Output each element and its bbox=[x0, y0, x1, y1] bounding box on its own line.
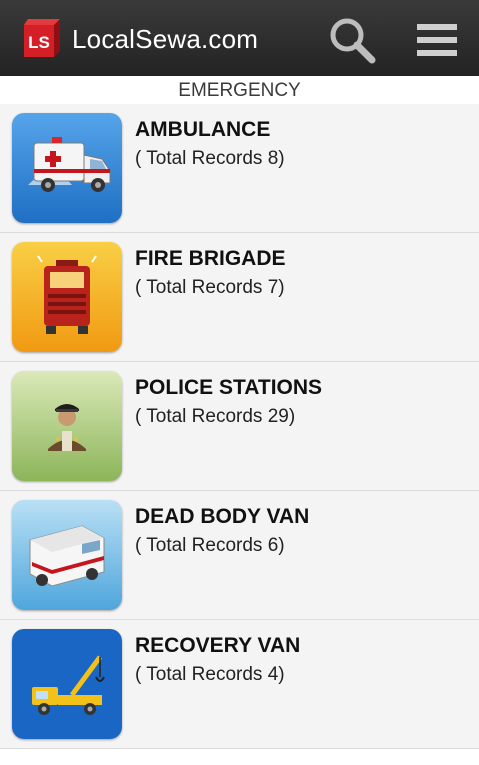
app-logo[interactable]: LS bbox=[20, 15, 64, 59]
category-list: AMBULANCE ( Total Records 8) FIRE BRIGAD… bbox=[0, 104, 479, 749]
item-count: ( Total Records 29) bbox=[135, 406, 296, 427]
list-item-recovery-van[interactable]: RECOVERY VAN ( Total Records 4) bbox=[0, 620, 479, 749]
app-bar: LS LocalSewa.com bbox=[0, 0, 479, 76]
list-item-police-stations[interactable]: POLICE STATIONS ( Total Records 29) bbox=[0, 362, 479, 491]
fire-truck-icon bbox=[12, 242, 122, 352]
logo-text: LS bbox=[28, 33, 50, 52]
van-icon bbox=[12, 500, 122, 610]
list-item-dead-body-van[interactable]: DEAD BODY VAN ( Total Records 6) bbox=[0, 491, 479, 620]
item-title: FIRE BRIGADE bbox=[135, 247, 286, 270]
item-count: ( Total Records 7) bbox=[135, 277, 285, 298]
item-title: AMBULANCE bbox=[135, 118, 271, 141]
app-title: LocalSewa.com bbox=[72, 24, 259, 54]
search-icon[interactable] bbox=[326, 14, 378, 66]
item-title: DEAD BODY VAN bbox=[135, 505, 310, 528]
item-count: ( Total Records 6) bbox=[135, 535, 285, 556]
list-item-ambulance[interactable]: AMBULANCE ( Total Records 8) bbox=[0, 104, 479, 233]
menu-icon[interactable] bbox=[409, 20, 465, 60]
tow-truck-icon bbox=[12, 629, 122, 739]
police-officer-icon bbox=[12, 371, 122, 481]
section-header: EMERGENCY bbox=[0, 76, 479, 104]
ambulance-icon bbox=[12, 113, 122, 223]
item-count: ( Total Records 8) bbox=[135, 148, 285, 169]
item-count: ( Total Records 4) bbox=[135, 664, 285, 685]
list-item-fire-brigade[interactable]: FIRE BRIGADE ( Total Records 7) bbox=[0, 233, 479, 362]
item-title: POLICE STATIONS bbox=[135, 376, 323, 399]
item-title: RECOVERY VAN bbox=[135, 634, 301, 657]
